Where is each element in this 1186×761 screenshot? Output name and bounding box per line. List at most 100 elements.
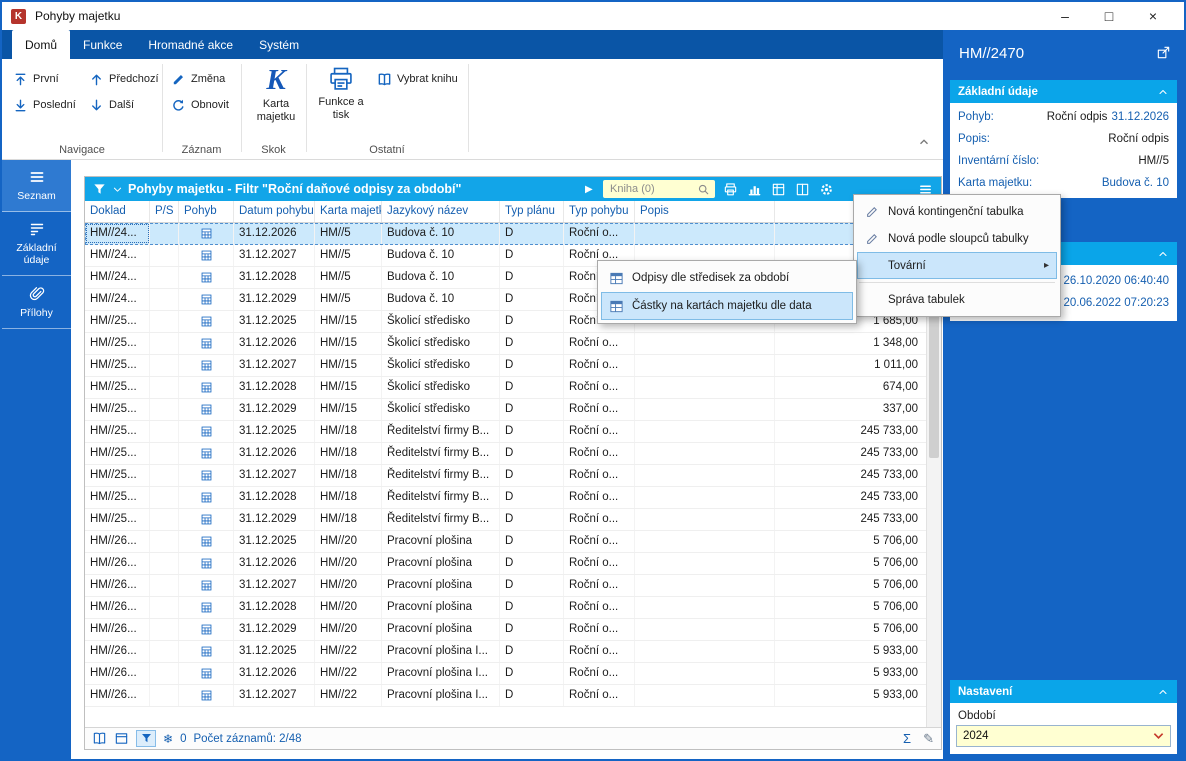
table-row[interactable]: HM//25... 31.12.2026 HM//15 Školicí stře… bbox=[85, 333, 928, 355]
cell-castka: 1 348,00 bbox=[775, 333, 928, 354]
cell-doklad: HM//26... bbox=[85, 531, 150, 552]
column-header-pohyb[interactable]: Pohyb bbox=[179, 201, 234, 222]
book-search-input[interactable] bbox=[608, 182, 693, 196]
filter-active-button[interactable] bbox=[136, 730, 156, 747]
cell-ps bbox=[150, 245, 179, 266]
asset-card-button[interactable]: K Karta majetku bbox=[245, 65, 307, 123]
filter-icon[interactable] bbox=[92, 177, 107, 201]
snowflake-icon[interactable]: ❄ bbox=[163, 732, 173, 746]
table-row[interactable]: HM//26... 31.12.2027 HM//20 Pracovní plo… bbox=[85, 575, 928, 597]
select-book-button[interactable]: Vybrat knihu bbox=[374, 68, 461, 90]
audit-datetime[interactable]: 20.06.2022 07:20:23 bbox=[1063, 297, 1169, 309]
tab-hromadne-akce[interactable]: Hromadné akce bbox=[135, 30, 246, 59]
table-row[interactable]: HM//26... 31.12.2027 HM//22 Pracovní plo… bbox=[85, 685, 928, 707]
refresh-button[interactable]: Obnovit bbox=[168, 94, 232, 116]
table-row[interactable]: HM//25... 31.12.2026 HM//18 Ředitelství … bbox=[85, 443, 928, 465]
table-row[interactable]: HM//26... 31.12.2029 HM//20 Pracovní plo… bbox=[85, 619, 928, 641]
sidebar-item-seznam[interactable]: Seznam bbox=[2, 160, 71, 212]
cell-doklad: HM//26... bbox=[85, 663, 150, 684]
sum-icon[interactable]: Σ bbox=[903, 731, 911, 746]
audit-datetime[interactable]: 26.10.2020 06:40:40 bbox=[1063, 275, 1169, 287]
filter-dropdown-icon[interactable] bbox=[112, 177, 123, 201]
collapse-section-icon[interactable] bbox=[1157, 248, 1169, 260]
run-filter-icon[interactable]: ▶ bbox=[585, 177, 593, 201]
table-row[interactable]: HM//24... 31.12.2026 HM//5 Budova č. 10 … bbox=[85, 223, 928, 245]
edit-icon[interactable]: ✎ bbox=[923, 731, 934, 747]
cell-typ-planu: D bbox=[500, 663, 564, 684]
menu-item-tovarni[interactable]: Tovární ▸ bbox=[857, 252, 1057, 279]
table-row[interactable]: HM//25... 31.12.2028 HM//15 Školicí stře… bbox=[85, 377, 928, 399]
column-header-jazykovy-nazev[interactable]: Jazykový název bbox=[382, 201, 500, 222]
sidebar-item-prilohy[interactable]: Přílohy bbox=[2, 276, 71, 329]
cell-karta-majetku: HM//15 bbox=[315, 399, 382, 420]
menu-item-sprava-tabulek[interactable]: Správa tabulek bbox=[857, 286, 1057, 313]
cell-datum-pohybu: 31.12.2028 bbox=[234, 377, 315, 398]
calendar-icon bbox=[179, 289, 234, 310]
table-row[interactable]: HM//26... 31.12.2026 HM//22 Pracovní plo… bbox=[85, 663, 928, 685]
cell-popis bbox=[635, 575, 775, 596]
table-row[interactable]: HM//26... 31.12.2026 HM//20 Pracovní plo… bbox=[85, 553, 928, 575]
column-header-datum-pohybu[interactable]: Datum pohybu bbox=[234, 201, 315, 222]
collapse-section-icon[interactable] bbox=[1157, 686, 1169, 698]
column-header-popis[interactable]: Popis bbox=[635, 201, 775, 222]
table-row[interactable]: HM//26... 31.12.2025 HM//22 Pracovní plo… bbox=[85, 641, 928, 663]
next-record-button[interactable]: Další bbox=[86, 94, 137, 116]
column-header-karta-majetku[interactable]: Karta majetku bbox=[315, 201, 382, 222]
minimize-button[interactable]: – bbox=[1043, 2, 1087, 30]
column-header-typ-planu[interactable]: Typ plánu bbox=[500, 201, 564, 222]
last-record-button[interactable]: Poslední bbox=[10, 94, 79, 116]
field-link[interactable]: Budova č. 10 bbox=[1102, 177, 1169, 189]
close-button[interactable]: × bbox=[1131, 2, 1175, 30]
group-divider bbox=[162, 64, 163, 152]
calendar-icon bbox=[179, 619, 234, 640]
chart-icon[interactable] bbox=[747, 177, 762, 201]
menu-item-nova-kontingencni-tabulka[interactable]: Nová kontingenční tabulka bbox=[857, 198, 1057, 225]
sidebar-item-zakladni-udaje[interactable]: Základní údaje bbox=[2, 212, 71, 276]
tab-funkce[interactable]: Funkce bbox=[70, 30, 135, 59]
pivot-table-icon[interactable] bbox=[771, 177, 786, 201]
table-row[interactable]: HM//25... 31.12.2029 HM//15 Školicí stře… bbox=[85, 399, 928, 421]
tab-system[interactable]: Systém bbox=[246, 30, 312, 59]
card-view-icon[interactable] bbox=[114, 731, 129, 746]
table-row[interactable]: HM//25... 31.12.2027 HM//15 Školicí stře… bbox=[85, 355, 928, 377]
first-record-button[interactable]: První bbox=[10, 68, 62, 90]
table-row[interactable]: HM//26... 31.12.2025 HM//20 Pracovní plo… bbox=[85, 531, 928, 553]
section-header-zakladni-udaje[interactable]: Základní údaje bbox=[950, 80, 1177, 103]
calendar-icon bbox=[179, 465, 234, 486]
menu-item-label: Odpisy dle středisek za období bbox=[632, 272, 789, 284]
print-icon[interactable] bbox=[723, 177, 738, 201]
book-view-icon[interactable] bbox=[92, 731, 107, 746]
maximize-button[interactable]: □ bbox=[1087, 2, 1131, 30]
functions-print-button[interactable]: Funkce a tisk bbox=[310, 65, 372, 121]
cell-typ-pohybu: Roční o... bbox=[564, 443, 635, 464]
settings-gear-icon[interactable] bbox=[819, 177, 834, 201]
dropdown-chevron-icon[interactable] bbox=[1153, 732, 1164, 740]
section-header-nastaveni[interactable]: Nastavení bbox=[950, 680, 1177, 703]
tab-domu[interactable]: Domů bbox=[12, 30, 70, 59]
table-row[interactable]: HM//25... 31.12.2029 HM//18 Ředitelství … bbox=[85, 509, 928, 531]
cell-doklad: HM//26... bbox=[85, 685, 150, 706]
collapse-ribbon-button[interactable] bbox=[917, 135, 931, 154]
open-record-button[interactable] bbox=[1156, 45, 1171, 65]
table-row[interactable]: HM//26... 31.12.2028 HM//20 Pracovní plo… bbox=[85, 597, 928, 619]
cell-ps bbox=[150, 641, 179, 662]
cell-jazykovy-nazev: Ředitelství firmy B... bbox=[382, 509, 500, 530]
period-combobox[interactable]: 2024 bbox=[956, 725, 1171, 747]
table-row[interactable]: HM//25... 31.12.2025 HM//18 Ředitelství … bbox=[85, 421, 928, 443]
cell-datum-pohybu: 31.12.2028 bbox=[234, 597, 315, 618]
menu-item-castky-na-kartach[interactable]: Částky na kartách majetku dle data bbox=[601, 292, 853, 320]
cell-typ-pohybu: Roční o... bbox=[564, 663, 635, 684]
menu-item-odpisy-dle-stredisek[interactable]: Odpisy dle středisek za období bbox=[601, 264, 853, 292]
menu-item-nova-podle-sloupcu[interactable]: Nová podle sloupců tabulky bbox=[857, 225, 1057, 252]
column-header-doklad[interactable]: Doklad bbox=[85, 201, 150, 222]
change-button[interactable]: Změna bbox=[168, 68, 228, 90]
collapse-section-icon[interactable] bbox=[1157, 86, 1169, 98]
previous-record-button[interactable]: Předchozí bbox=[86, 68, 162, 90]
table-row[interactable]: HM//25... 31.12.2027 HM//18 Ředitelství … bbox=[85, 465, 928, 487]
columns-icon[interactable] bbox=[795, 177, 810, 201]
column-header-ps[interactable]: P/S bbox=[150, 201, 179, 222]
field-link[interactable]: 31.12.2026 bbox=[1111, 111, 1169, 123]
column-header-typ-pohybu[interactable]: Typ pohybu bbox=[564, 201, 635, 222]
table-row[interactable]: HM//25... 31.12.2028 HM//18 Ředitelství … bbox=[85, 487, 928, 509]
calendar-icon bbox=[179, 399, 234, 420]
